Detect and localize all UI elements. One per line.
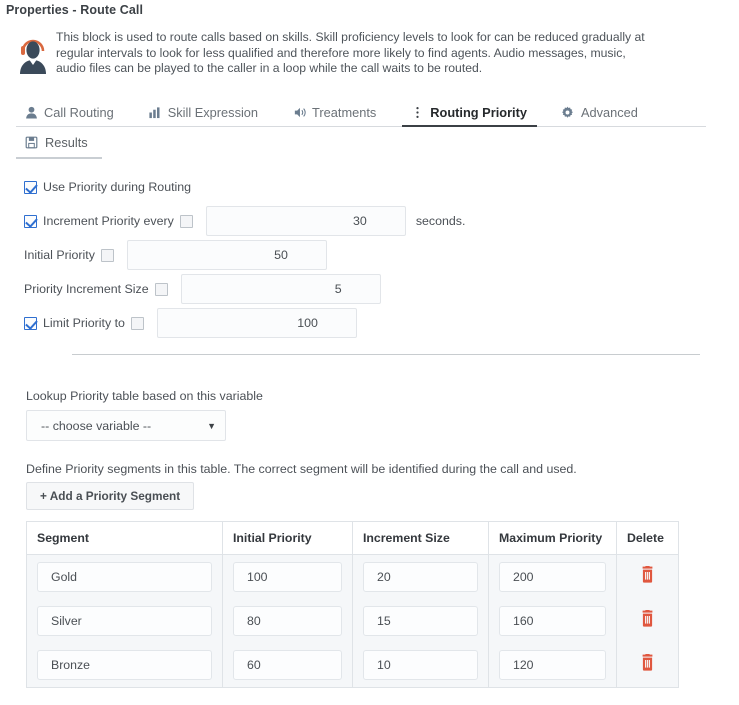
increment-priority-suffix: seconds. [416,214,466,228]
limit-priority-checkbox[interactable] [24,317,37,330]
bar-chart-icon [148,106,162,120]
chevron-down-icon: ▼ [207,421,216,431]
tab-treatments[interactable]: Treatments [284,103,386,126]
use-priority-checkbox[interactable] [24,181,37,194]
tab-label: Routing Priority [430,105,527,120]
trash-icon[interactable] [640,610,655,627]
add-priority-segment-button[interactable]: + Add a Priority Segment [26,482,194,510]
trash-icon[interactable] [640,566,655,583]
tab-label: Skill Expression [168,105,258,120]
cell-increment-size: 20 [353,555,489,600]
tab-skill-expression[interactable]: Skill Expression [140,103,268,126]
cell-delete [617,643,679,688]
row-label: Use Priority during Routing [43,180,191,194]
priority-increment-size-input[interactable]: 5 [181,274,381,304]
cell-delete [617,599,679,643]
increment-size-input[interactable]: 10 [363,650,478,680]
lookup-variable-select[interactable]: -- choose variable -- ▼ [26,410,226,441]
maximum-priority-input[interactable]: 200 [499,562,606,592]
cell-initial-priority: 100 [223,555,353,600]
row-use-priority-during-routing: Use Priority during Routing [24,170,714,204]
tab-label: Call Routing [44,105,114,120]
initial-priority-variable-toggle[interactable] [101,249,114,262]
cell-segment: Gold [27,555,223,600]
row-label: Priority Increment Size [24,282,149,296]
priority-segments-table: Segment Initial Priority Increment Size … [26,521,679,688]
tab-call-routing[interactable]: Call Routing [16,103,124,126]
column-header-maximum-priority: Maximum Priority [489,522,617,555]
maximum-priority-input[interactable]: 160 [499,606,606,636]
initial-priority-input[interactable]: 50 [127,240,327,270]
segments-description: Define Priority segments in this table. … [26,462,577,476]
cell-delete [617,555,679,600]
block-description-row: This block is used to route calls based … [0,30,739,78]
table-header-row: Segment Initial Priority Increment Size … [27,522,679,555]
increment-priority-input[interactable]: 30 [206,206,406,236]
increment-size-input[interactable]: 20 [363,562,478,592]
segment-input[interactable]: Silver [37,606,212,636]
user-icon [24,106,38,120]
row-increment-priority-every: Increment Priority every 30 seconds. [24,204,714,238]
increment-size-input[interactable]: 15 [363,606,478,636]
cell-maximum-priority: 200 [489,555,617,600]
cell-maximum-priority: 120 [489,643,617,688]
maximum-priority-input[interactable]: 120 [499,650,606,680]
priority-form: Use Priority during Routing Increment Pr… [24,170,714,340]
vertical-dots-icon [410,106,424,120]
sound-wave-icon [292,106,306,120]
segment-input[interactable]: Gold [37,562,212,592]
cell-initial-priority: 60 [223,643,353,688]
row-label: Limit Priority to [43,316,125,330]
tab-label: Treatments [312,105,376,120]
segment-input[interactable]: Bronze [37,650,212,680]
lookup-variable-selected-value: -- choose variable -- [41,419,151,433]
initial-priority-input[interactable]: 60 [233,650,342,680]
row-label: Initial Priority [24,248,95,262]
cell-segment: Silver [27,599,223,643]
page-title: Properties - Route Call [6,3,143,17]
row-initial-priority: Initial Priority 50 [24,238,714,272]
agent-headset-icon [0,30,56,78]
increment-priority-variable-toggle[interactable] [180,215,193,228]
column-header-delete: Delete [617,522,679,555]
trash-icon[interactable] [640,654,655,671]
tab-routing-priority[interactable]: Routing Priority [402,103,537,126]
table-row: Gold 100 20 200 [27,555,679,600]
column-header-segment: Segment [27,522,223,555]
row-label: Increment Priority every [43,214,174,228]
cell-increment-size: 10 [353,643,489,688]
row-priority-increment-size: Priority Increment Size 5 [24,272,714,306]
increment-priority-checkbox[interactable] [24,215,37,228]
cell-segment: Bronze [27,643,223,688]
subtab-results[interactable]: Results [16,133,102,159]
limit-priority-input[interactable]: 100 [157,308,357,338]
tab-advanced[interactable]: Advanced [553,103,648,126]
table-row: Silver 80 15 160 [27,599,679,643]
cell-maximum-priority: 160 [489,599,617,643]
limit-priority-variable-toggle[interactable] [131,317,144,330]
table-row: Bronze 60 10 120 [27,643,679,688]
cell-initial-priority: 80 [223,599,353,643]
save-disk-icon [24,136,38,150]
tab-bar: Call Routing Skill Expression Treatments… [16,99,706,127]
cell-increment-size: 15 [353,599,489,643]
sub-tab-bar: Results [16,131,706,159]
block-description-text: This block is used to route calls based … [56,30,670,77]
section-divider [72,354,700,355]
tab-label: Advanced [581,105,638,120]
subtab-label: Results [45,135,88,150]
column-header-increment-size: Increment Size [353,522,489,555]
initial-priority-input[interactable]: 100 [233,562,342,592]
priority-increment-size-variable-toggle[interactable] [155,283,168,296]
initial-priority-input[interactable]: 80 [233,606,342,636]
gear-icon [561,106,575,120]
column-header-initial-priority: Initial Priority [223,522,353,555]
row-limit-priority-to: Limit Priority to 100 [24,306,714,340]
lookup-variable-label: Lookup Priority table based on this vari… [26,389,263,403]
